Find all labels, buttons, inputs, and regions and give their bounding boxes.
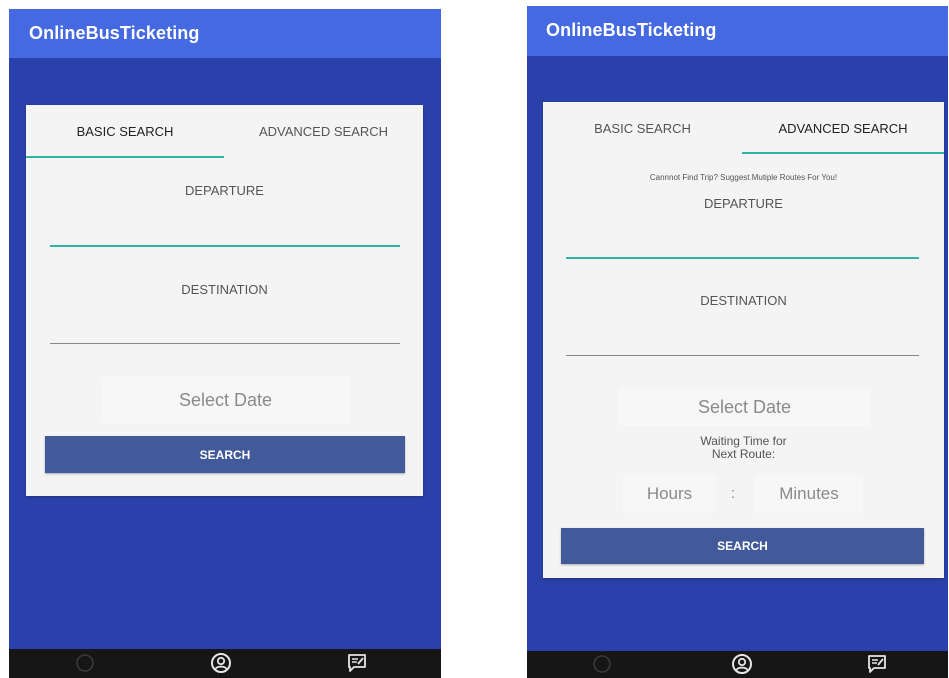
basic-search-screen: OnlineBusTicketing BASIC SEARCH ADVANCED… (9, 9, 441, 678)
tab-basic-search[interactable]: BASIC SEARCH (26, 105, 224, 158)
app-title: OnlineBusTicketing (546, 20, 717, 40)
waiting-time-label-line2: Next Route: (711, 447, 776, 461)
profile-icon[interactable] (209, 651, 233, 675)
tab-label: BASIC SEARCH (594, 120, 691, 136)
departure-input[interactable] (566, 257, 919, 259)
tab-label: ADVANCED SEARCH (258, 124, 389, 139)
destination-input[interactable] (50, 343, 400, 344)
profile-icon[interactable] (730, 652, 754, 676)
tab-label: ADVANCED SEARCH (778, 120, 908, 136)
tab-advanced-search[interactable]: ADVANCED SEARCH (742, 102, 944, 154)
destination-label: DESTINATION (181, 282, 268, 297)
app-bar: OnlineBusTicketing (527, 6, 948, 56)
tab-active-indicator (742, 152, 944, 154)
hours-input[interactable]: Hours (623, 475, 716, 513)
advanced-search-screen: OnlineBusTicketing BASIC SEARCH ADVANCED… (527, 6, 948, 678)
tab-label: BASIC SEARCH (76, 124, 174, 139)
destination-label: DESTINATION (700, 293, 787, 308)
time-separator: : (731, 485, 736, 502)
departure-input[interactable] (50, 245, 400, 247)
app-title: OnlineBusTicketing (29, 23, 200, 43)
tab-basic-search[interactable]: BASIC SEARCH (543, 102, 742, 154)
select-date-button[interactable]: Select Date (619, 388, 870, 426)
minutes-input[interactable]: Minutes (755, 475, 863, 513)
search-button[interactable]: SEARCH (45, 436, 405, 473)
bottom-nav-bar (9, 649, 441, 678)
suggest-routes-hint: Cannnot Find Trip? Suggest Mutiple Route… (649, 173, 838, 182)
home-icon[interactable] (590, 652, 614, 676)
tab-active-indicator (26, 156, 224, 158)
destination-input[interactable] (566, 355, 919, 356)
tab-advanced-search[interactable]: ADVANCED SEARCH (224, 105, 423, 158)
home-icon[interactable] (73, 651, 97, 675)
app-bar: OnlineBusTicketing (9, 9, 441, 58)
search-card: BASIC SEARCH ADVANCED SEARCH DEPARTURE D… (26, 105, 423, 496)
search-button[interactable]: SEARCH (561, 528, 924, 564)
departure-label: DEPARTURE (185, 183, 264, 198)
feedback-icon[interactable] (345, 651, 369, 675)
feedback-icon[interactable] (865, 652, 889, 676)
select-date-button[interactable]: Select Date (101, 377, 350, 423)
bottom-nav-bar (527, 651, 948, 678)
search-card: BASIC SEARCH ADVANCED SEARCH Cannnot Fin… (543, 102, 944, 578)
departure-label: DEPARTURE (704, 196, 783, 211)
